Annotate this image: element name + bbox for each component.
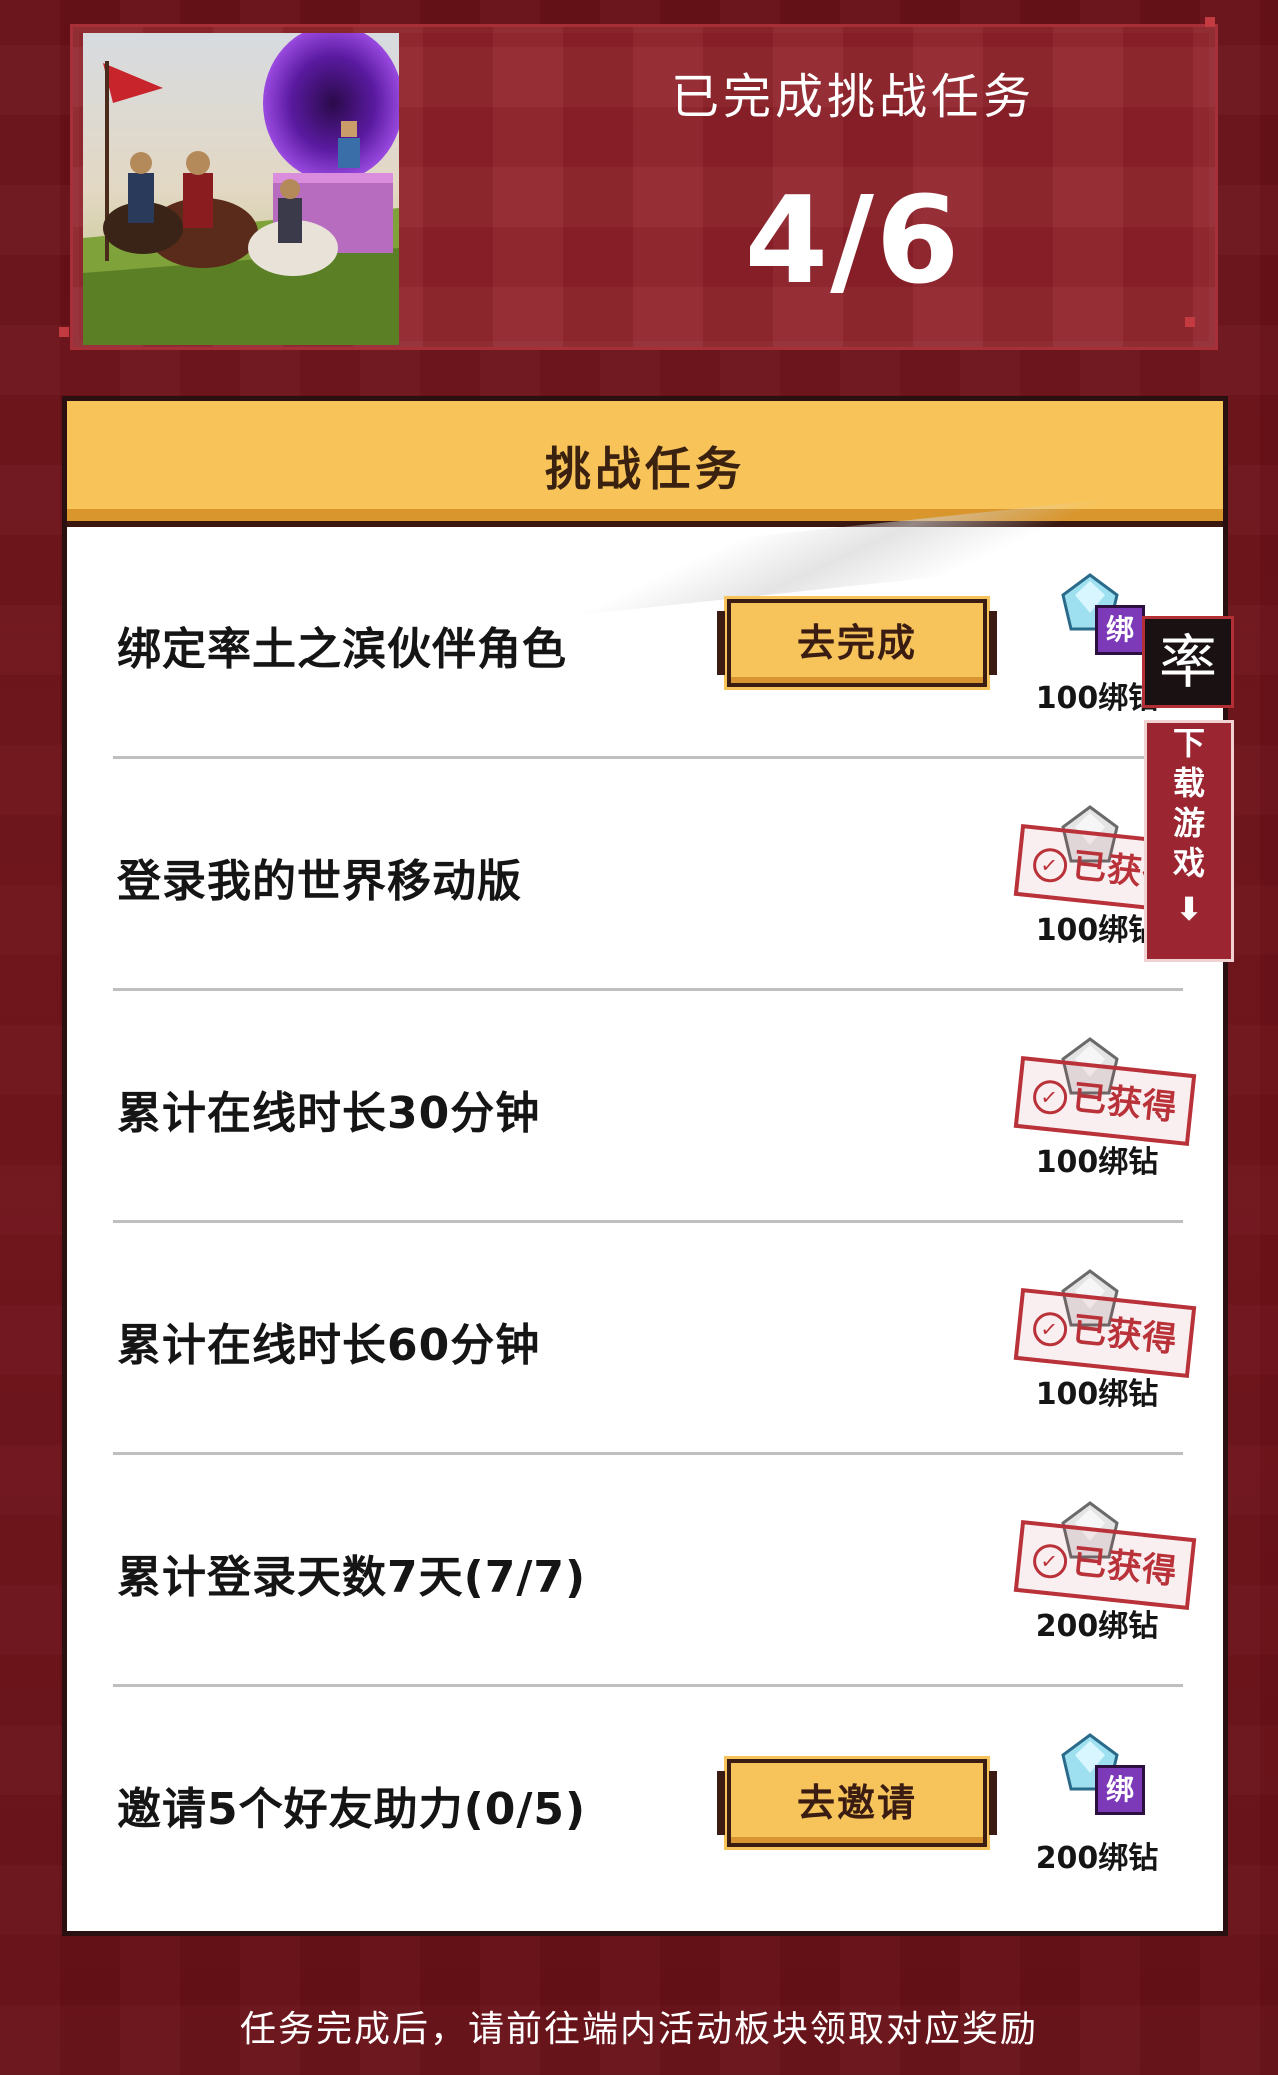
bind-badge-icon: 绑 [1095, 1765, 1145, 1815]
reward: ✓ 已获得 100绑钻 [1007, 1263, 1197, 1423]
task-name: 登录我的世界移动版 [117, 856, 522, 907]
promo-artwork [83, 33, 399, 345]
claimed-stamp-label: 已获得 [1070, 1309, 1180, 1361]
complete-task-button[interactable]: 去完成 [717, 599, 997, 687]
download-label-char: 游 [1172, 804, 1205, 842]
task-name: 绑定率土之滨伙伴角色 [117, 624, 567, 675]
task-row: 登录我的世界移动版 ✓ 已获得 100绑钻 [67, 759, 1223, 991]
task-panel: 挑战任务 绑定率土之滨伙伴角色 去完成 绑 100绑钻 登录我的世界移动版 ✓ … [62, 396, 1228, 1936]
invite-friends-button[interactable]: 去邀请 [717, 1759, 997, 1847]
task-name: 累计在线时长30分钟 [117, 1088, 541, 1139]
header-title: 已完成挑战任务 [670, 69, 1035, 125]
reward: 绑 200绑钻 [1007, 1727, 1187, 1887]
reward-amount: 200绑钻 [1035, 1609, 1159, 1644]
bind-badge-icon: 绑 [1095, 605, 1145, 655]
download-label-char: 载 [1172, 764, 1205, 802]
task-name: 累计在线时长60分钟 [117, 1320, 541, 1371]
download-game-float: 率 下 载 游 戏 ⬇ [1142, 616, 1234, 966]
task-name: 邀请5个好友助力(0/5) [117, 1784, 587, 1835]
task-row: 邀请5个好友助力(0/5) 去邀请 绑 200绑钻 [67, 1687, 1223, 1919]
claimed-stamp: ✓ 已获得 [1013, 1055, 1197, 1147]
download-label-char: 戏 [1172, 844, 1205, 882]
pixel-decoration [1205, 17, 1215, 27]
claimed-stamp-label: 已获得 [1070, 1077, 1180, 1129]
task-row: 累计在线时长30分钟 ✓ 已获得 100绑钻 [67, 991, 1223, 1223]
download-arrow-icon: ⬇ [1175, 890, 1203, 928]
download-label-char: 下 [1172, 724, 1205, 762]
check-icon: ✓ [1030, 1542, 1069, 1580]
progress-header: 已完成挑战任务 4/6 [59, 17, 1218, 350]
claimed-stamp: ✓ 已获得 [1013, 1519, 1197, 1611]
task-name: 累计登录天数7天(7/7) [117, 1552, 587, 1603]
panel-title: 挑战任务 [545, 442, 745, 496]
check-icon: ✓ [1030, 1078, 1069, 1116]
reward: ✓ 已获得 200绑钻 [1007, 1495, 1197, 1655]
footer-note: 任务完成后，请前往端内活动板块领取对应奖励 [239, 2009, 1038, 2050]
reward: ✓ 已获得 100绑钻 [1007, 1031, 1197, 1191]
completion-counter: 4/6 [744, 172, 962, 311]
claimed-stamp-label: 已获得 [1070, 1541, 1180, 1593]
battle-scene-illustration [83, 33, 399, 345]
claimed-stamp: ✓ 已获得 [1013, 1287, 1197, 1379]
pixel-decoration [1185, 317, 1195, 327]
reward-amount: 200绑钻 [1035, 1841, 1159, 1876]
task-list: 绑定率土之滨伙伴角色 去完成 绑 100绑钻 登录我的世界移动版 ✓ 已获得 1… [67, 527, 1223, 1919]
task-row: 累计登录天数7天(7/7) ✓ 已获得 200绑钻 [67, 1455, 1223, 1687]
reward-amount: 100绑钻 [1035, 1377, 1159, 1412]
download-game-button[interactable]: 下 载 游 戏 ⬇ [1144, 720, 1234, 962]
task-row: 绑定率土之滨伙伴角色 去完成 绑 100绑钻 [67, 527, 1223, 759]
reward-amount: 100绑钻 [1035, 1145, 1159, 1180]
game-app-icon[interactable]: 率 [1142, 616, 1234, 708]
task-row: 累计在线时长60分钟 ✓ 已获得 100绑钻 [67, 1223, 1223, 1455]
check-icon: ✓ [1030, 1310, 1069, 1348]
check-icon: ✓ [1030, 846, 1069, 884]
pixel-decoration [59, 327, 69, 337]
